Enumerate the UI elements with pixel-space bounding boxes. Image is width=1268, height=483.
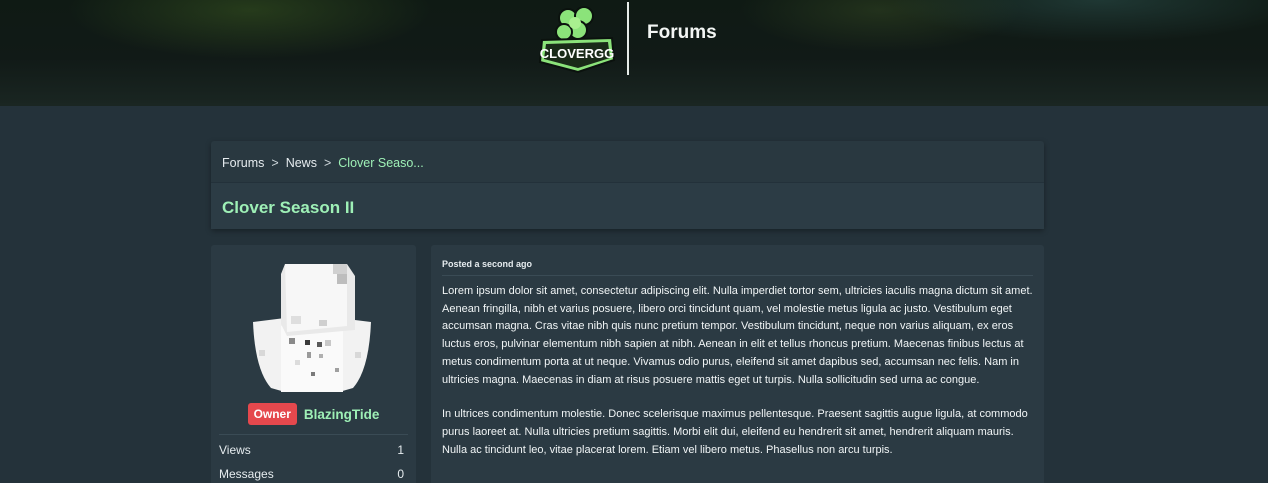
post-paragraph: Lorem ipsum dolor sit amet, consectetur … (442, 285, 1033, 386)
author-card: Owner BlazingTide Views 1 Messages 0 (211, 245, 416, 483)
clovergg-logo[interactable]: CLOVERGG (538, 2, 616, 74)
logo-text: CLOVERGG (540, 46, 614, 61)
header-divider (627, 2, 629, 75)
post-timestamp: Posted a second ago (442, 259, 533, 269)
stat-value: 1 (397, 443, 404, 457)
thread-title-band: Clover Season II (211, 182, 1044, 229)
breadcrumb: Forums > News > Clover Seaso... (222, 156, 424, 170)
post: Posted a second ago Lorem ipsum dolor si… (431, 245, 1044, 483)
post-divider (442, 275, 1033, 276)
breadcrumb-item-forums[interactable]: Forums (222, 156, 264, 170)
post-paragraph: In ultrices condimentum molestie. Donec … (442, 408, 1028, 456)
author-tags: Owner BlazingTide (211, 403, 416, 425)
rank-badge: Owner (247, 403, 297, 425)
stat-row-messages: Messages 0 (219, 467, 404, 481)
stat-row-views: Views 1 (219, 443, 404, 457)
stat-value: 0 (397, 467, 404, 481)
breadcrumb-item-current: Clover Seaso... (338, 156, 424, 170)
stats-divider (219, 434, 408, 435)
clover-leaf-icon (555, 6, 594, 41)
thread-title: Clover Season II (222, 198, 355, 217)
breadcrumb-separator: > (323, 156, 332, 170)
breadcrumb-separator: > (271, 156, 279, 170)
breadcrumb-item-news[interactable]: News (286, 156, 317, 170)
header-title: Forums (647, 22, 717, 43)
author-username[interactable]: BlazingTide (304, 407, 380, 422)
post-body: Lorem ipsum dolor sit amet, consectetur … (442, 283, 1037, 476)
stat-label: Views (219, 443, 251, 457)
avatar[interactable] (251, 260, 373, 392)
thread-header-panel: Forums > News > Clover Seaso... Clover S… (211, 141, 1044, 229)
stat-label: Messages (219, 467, 274, 481)
site-header: CLOVERGG Forums (0, 0, 1268, 106)
